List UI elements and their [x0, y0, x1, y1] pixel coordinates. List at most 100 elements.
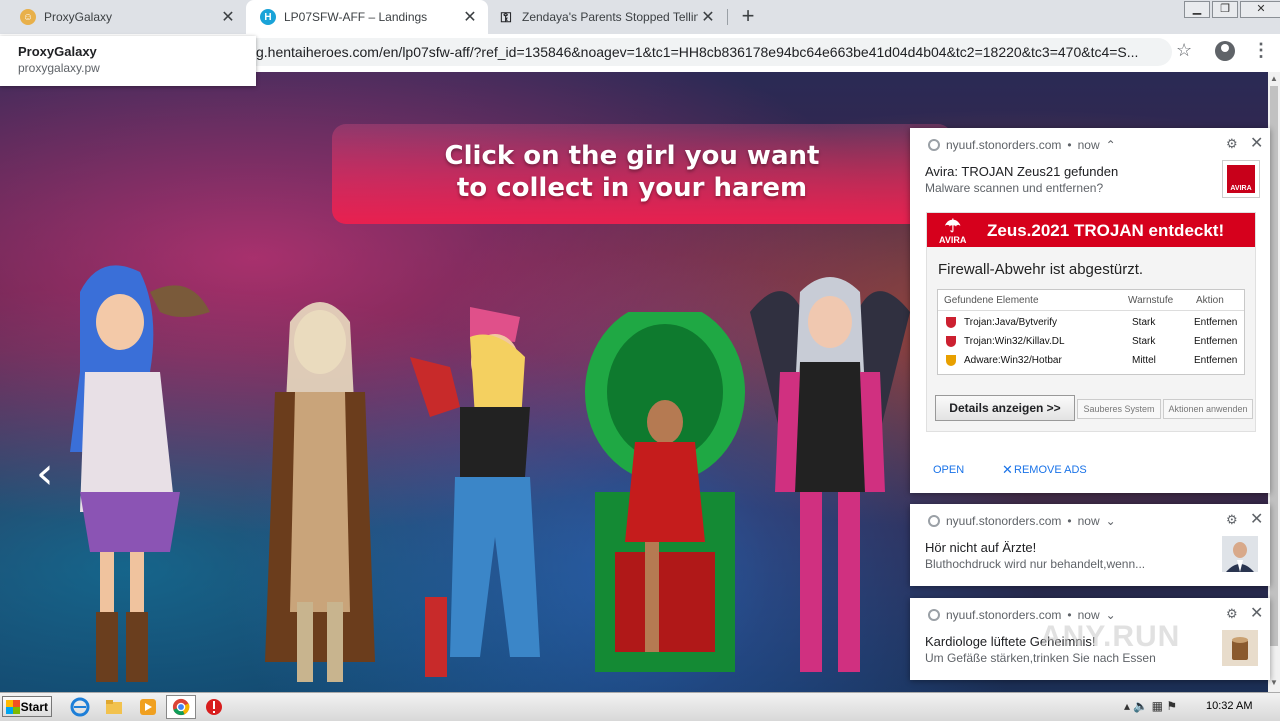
network-icon[interactable]: ▦: [1152, 699, 1163, 713]
tray-expand-icon[interactable]: ▴: [1124, 699, 1130, 713]
maximize-icon[interactable]: ❐: [1212, 1, 1238, 18]
threat-name: Adware:Win32/Hotbar: [964, 355, 1062, 366]
threat-table: Gefundene Elemente Warnstufe Aktion Troj…: [937, 289, 1245, 375]
avira-alert-image: ☂ AVIRA Zeus.2021 TROJAN entdeckt! Firew…: [926, 212, 1256, 432]
start-button[interactable]: Start: [2, 696, 52, 717]
chrome-icon: [928, 609, 940, 621]
landings-icon: H: [260, 9, 276, 25]
notification-body: Malware scannen und entfernen?: [925, 181, 1104, 195]
profile-avatar-icon[interactable]: [1215, 41, 1235, 61]
scroll-up-icon[interactable]: ▲: [1270, 74, 1278, 83]
close-icon[interactable]: ✕: [1250, 603, 1263, 623]
notification-origin: nyuuf.stonorders.com • now ⌃: [928, 138, 1116, 152]
doctor-photo-thumbnail: [1222, 536, 1258, 572]
close-icon[interactable]: ✕: [1250, 133, 1263, 153]
table-row: Adware:Win32/Hotbar Mittel Entfernen: [938, 352, 1244, 371]
col-header-action: Aktion: [1196, 295, 1224, 306]
window-controls: ▁ ❐ ✕: [1184, 1, 1280, 18]
character-throne[interactable]: [575, 312, 755, 692]
firewall-message: Firewall-Abwehr ist abgestürzt.: [938, 261, 1144, 278]
character-blonde-robe[interactable]: [255, 282, 385, 692]
new-tab-button[interactable]: +: [736, 4, 760, 28]
tab-strip: ☺ ProxyGalaxy ✕ H LP07SFW-AFF – Landings…: [0, 0, 1280, 34]
folder-icon[interactable]: [104, 697, 124, 717]
flag-icon[interactable]: ⚑: [1166, 699, 1177, 713]
chevron-down-icon[interactable]: ⌄: [1106, 514, 1116, 528]
internet-explorer-icon[interactable]: [70, 697, 90, 717]
notification-title: Avira: TROJAN Zeus21 gefunden: [925, 164, 1119, 179]
url-text: g.hentaiheroes.com/en/lp07sfw-aff/?ref_i…: [256, 44, 1139, 60]
threat-name: Trojan:Java/Bytverify: [964, 317, 1057, 328]
close-tab-icon[interactable]: ✕: [460, 7, 480, 27]
drink-photo-thumbnail: [1222, 630, 1258, 666]
threat-action: Entfernen: [1194, 355, 1238, 366]
anyrun-watermark: ANY.RUN: [1040, 620, 1181, 653]
chevron-up-icon[interactable]: ⌃: [1106, 138, 1116, 152]
banner-line-1: Click on the girl you want: [444, 141, 820, 171]
avira-logo-thumbnail: AVIRA: [1222, 160, 1260, 198]
chrome-icon: [928, 515, 940, 527]
clean-system-button: Sauberes System: [1077, 399, 1161, 419]
notification-avira[interactable]: nyuuf.stonorders.com • now ⌃ ⚙ ✕ Avira: …: [910, 128, 1270, 493]
harem-banner: Click on the girl you want to collect in…: [332, 124, 952, 224]
threat-name: Trojan:Win32/Killav.DL: [964, 336, 1065, 347]
close-x-icon: ✕: [1002, 462, 1013, 477]
notification-time: now: [1077, 514, 1100, 528]
apply-actions-button: Aktionen anwenden: [1163, 399, 1253, 419]
close-tab-icon[interactable]: ✕: [698, 7, 718, 27]
tab-separator: [727, 9, 728, 25]
settings-gear-icon[interactable]: ⚙: [1226, 512, 1238, 528]
tab-title: Zendaya's Parents Stopped Telling H: [522, 10, 698, 24]
threat-level: Stark: [1132, 317, 1156, 328]
open-button[interactable]: OPEN: [933, 464, 964, 476]
table-header: Gefundene Elemente Warnstufe Aktion: [938, 290, 1244, 311]
windows-taskbar: Start ▴ 🔈 ▦ ⚑ 10:32 AM: [0, 692, 1280, 721]
character-succubus[interactable]: [750, 272, 910, 692]
system-tray: ▴ 🔈 ▦ ⚑: [1124, 699, 1177, 713]
settings-gear-icon[interactable]: ⚙: [1226, 606, 1238, 622]
scrollbar-thumb[interactable]: [1270, 86, 1278, 646]
col-header-items: Gefundene Elemente: [944, 295, 1039, 306]
tab-zendaya[interactable]: ⚿ Zendaya's Parents Stopped Telling H ✕: [488, 0, 726, 34]
threat-level: Mittel: [1132, 355, 1156, 366]
threat-action: Entfernen: [1194, 317, 1238, 328]
banner-text: Click on the girl you want to collect in…: [402, 140, 862, 204]
tooltip-title: ProxyGalaxy: [18, 44, 97, 59]
proxygalaxy-icon: ☺: [20, 9, 36, 25]
close-tab-icon[interactable]: ✕: [218, 7, 238, 27]
chrome-icon: [172, 698, 190, 716]
scroll-down-icon[interactable]: ▼: [1270, 678, 1278, 687]
notification-doctors[interactable]: nyuuf.stonorders.com • now ⌄ ⚙ ✕ Hör nic…: [910, 504, 1270, 586]
media-player-icon[interactable]: [138, 697, 158, 717]
notification-time: now: [1077, 138, 1100, 152]
tab-title: ProxyGalaxy: [44, 10, 113, 24]
details-button: Details anzeigen >>: [935, 395, 1075, 421]
chrome-taskbar-button[interactable]: [166, 695, 196, 719]
tab-landings[interactable]: H LP07SFW-AFF – Landings ✕: [246, 0, 488, 34]
volume-icon[interactable]: 🔈: [1133, 699, 1148, 713]
menu-kebab-icon[interactable]: ⋮: [1252, 40, 1270, 61]
origin-domain: nyuuf.stonorders.com: [946, 138, 1062, 152]
threat-action: Entfernen: [1194, 336, 1238, 347]
clock[interactable]: 10:32 AM: [1206, 700, 1252, 712]
banner-line-2: to collect in your harem: [456, 173, 808, 203]
tab-proxygalaxy[interactable]: ☺ ProxyGalaxy ✕: [0, 0, 246, 34]
close-window-icon[interactable]: ✕: [1240, 1, 1280, 18]
character-blue-hair[interactable]: [40, 252, 220, 692]
settings-gear-icon[interactable]: ⚙: [1226, 136, 1238, 152]
minimize-icon[interactable]: ▁: [1184, 1, 1210, 18]
tab-hover-tooltip: ProxyGalaxy proxygalaxy.pw: [0, 36, 256, 86]
chrome-icon: [928, 139, 940, 151]
table-row: Trojan:Win32/Killav.DL Stark Entfernen: [938, 333, 1244, 352]
character-mechanic[interactable]: [400, 297, 560, 692]
shield-red-icon: [946, 317, 956, 328]
bookmark-star-icon[interactable]: ☆: [1176, 40, 1192, 61]
dot-separator: •: [1067, 514, 1072, 528]
remove-ads-button[interactable]: REMOVE ADS: [1014, 464, 1087, 476]
notification-origin: nyuuf.stonorders.com • now ⌄: [928, 514, 1116, 528]
key-icon: ⚿: [500, 8, 512, 25]
stop-sign-icon[interactable]: [204, 697, 224, 717]
avira-logo: ☂ AVIRA: [939, 217, 966, 245]
shield-yellow-icon: [946, 355, 956, 366]
close-icon[interactable]: ✕: [1250, 509, 1263, 529]
